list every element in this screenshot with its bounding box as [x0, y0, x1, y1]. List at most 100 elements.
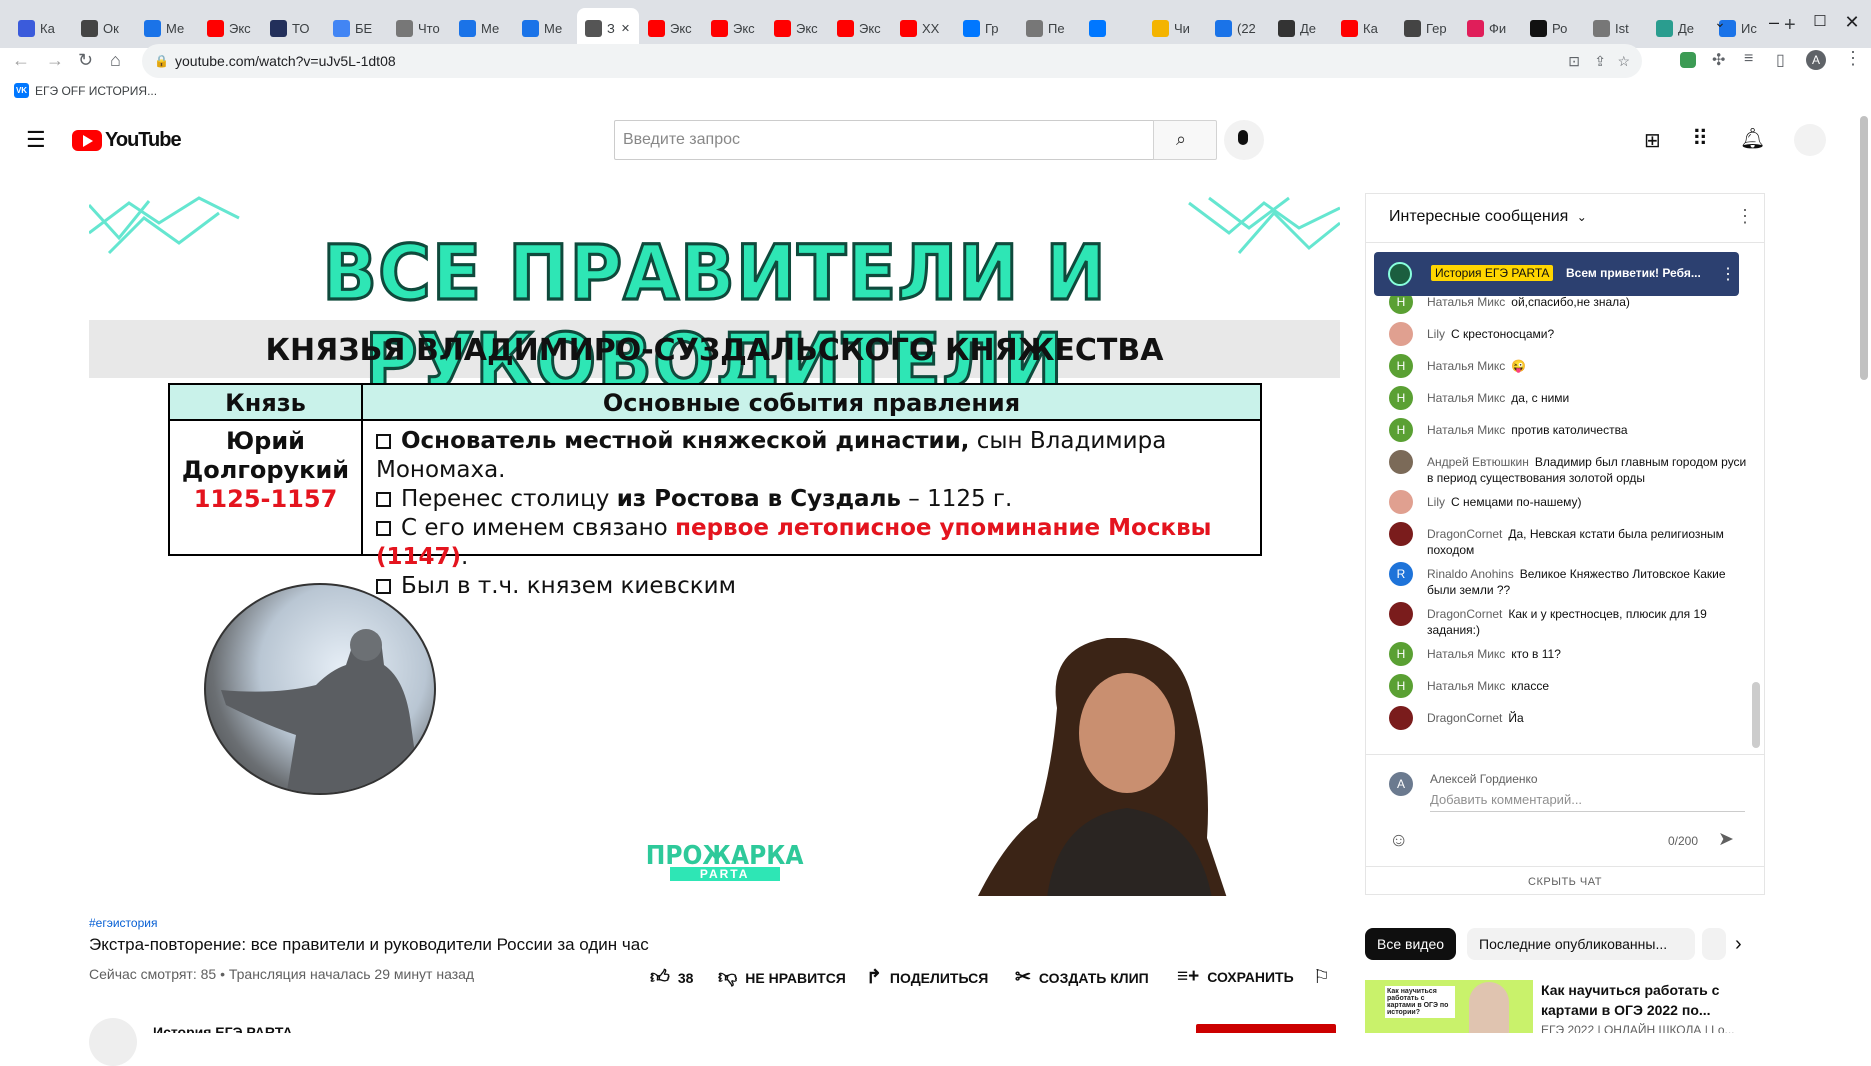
- side-panel-icon[interactable]: ▯: [1776, 50, 1785, 70]
- tab-1[interactable]: Ок: [73, 8, 135, 48]
- logo-top-text: ПРОЖАРКА: [645, 841, 804, 871]
- star-icon[interactable]: ☆: [1617, 44, 1630, 78]
- tab-25[interactable]: Ist: [1585, 8, 1647, 48]
- minimize-icon[interactable]: –: [1754, 8, 1794, 36]
- close-tab-icon[interactable]: ✕: [621, 22, 630, 35]
- chat-message[interactable]: Н Наталья Микс против католичества: [1389, 418, 1746, 442]
- chat-message[interactable]: Н Наталья Микс кто в 11?: [1389, 642, 1746, 666]
- report-flag-icon[interactable]: ⚐: [1313, 966, 1330, 989]
- tab-23[interactable]: Фи: [1459, 8, 1521, 48]
- menu-dots-icon[interactable]: ⋮: [1844, 48, 1862, 69]
- chat-message[interactable]: DragonCornet Да, Невская кстати была рели…: [1389, 522, 1746, 558]
- tab-22[interactable]: Гер: [1396, 8, 1458, 48]
- tab-7[interactable]: Ме: [451, 8, 513, 48]
- voice-search-button[interactable]: [1224, 120, 1264, 160]
- tab-6[interactable]: Что: [388, 8, 450, 48]
- chat-author: Наталья Микс: [1427, 391, 1506, 405]
- chat-messages: Н Наталья Микс ой,спасибо,не знала) Lily С к…: [1366, 296, 1746, 946]
- pinned-menu-icon[interactable]: ⋮: [1720, 264, 1736, 284]
- media-control-icon[interactable]: ≡: [1744, 50, 1753, 68]
- video-player[interactable]: ВСЕ ПРАВИТЕЛИ И РУКОВОДИТЕЛИ КНЯЗЬЯ ВЛАД…: [89, 193, 1340, 896]
- tab-2[interactable]: Ме: [136, 8, 198, 48]
- send-icon[interactable]: ➤: [1718, 828, 1734, 851]
- chat-input[interactable]: Добавить комментарий...: [1430, 792, 1745, 812]
- profile-avatar-icon[interactable]: A: [1806, 50, 1826, 70]
- close-window-icon[interactable]: ✕: [1832, 8, 1871, 36]
- chat-message[interactable]: R Rinaldo Anohins Великое Княжество Литовс…: [1389, 562, 1746, 598]
- back-icon[interactable]: ←: [12, 50, 30, 71]
- chat-message[interactable]: Lily С крестоносцами?: [1389, 322, 1746, 346]
- hamburger-menu-icon[interactable]: ☰: [26, 127, 46, 153]
- chip-recent[interactable]: Последние опубликованны...: [1467, 928, 1695, 960]
- tab-20[interactable]: Де: [1270, 8, 1332, 48]
- tab-11[interactable]: Экс: [703, 8, 765, 48]
- tab-9[interactable]: З ✕: [577, 8, 639, 48]
- apps-grid-icon[interactable]: ⠿: [1692, 126, 1708, 152]
- suggestion-channel[interactable]: ЕГЭ 2022 | ОНЛАЙН ШКОЛА | Lo...: [1541, 1023, 1735, 1033]
- chat-message[interactable]: DragonCornet Йа: [1389, 706, 1746, 730]
- install-icon[interactable]: ⊡: [1568, 44, 1580, 78]
- tab-4[interactable]: ТО: [262, 8, 324, 48]
- dislike-button[interactable]: 👎︎ НЕ НРАВИТСЯ: [718, 966, 846, 989]
- share-button[interactable]: ↱ ПОДЕЛИТЬСЯ: [866, 966, 988, 989]
- chat-scrollbar[interactable]: [1752, 682, 1760, 748]
- notifications-bell-icon[interactable]: 🔔︎: [1740, 126, 1765, 151]
- tab-12[interactable]: Экс: [766, 8, 828, 48]
- chat-message[interactable]: Андрей Евтюшкин Владимир был главным горо…: [1389, 450, 1746, 486]
- chat-message[interactable]: Н Наталья Микс да, с ними: [1389, 386, 1746, 410]
- pinned-message[interactable]: История ЕГЭ PARTA Всем приветик! Ребя...…: [1374, 252, 1739, 296]
- chat-message[interactable]: Н Наталья Микс ой,спасибо,не знала): [1389, 296, 1746, 314]
- create-clip-button[interactable]: ✂ СОЗДАТЬ КЛИП: [1015, 966, 1149, 989]
- chat-header[interactable]: Интересные сообщения ⌄: [1389, 208, 1587, 226]
- bookmark-item[interactable]: VK ЕГЭ OFF ИСТОРИЯ...: [14, 83, 157, 98]
- page-scrollbar[interactable]: [1860, 116, 1868, 380]
- home-icon[interactable]: ⌂: [110, 50, 121, 71]
- emoji-icon[interactable]: ☺: [1389, 830, 1408, 852]
- search-button[interactable]: ⌕: [1153, 120, 1217, 160]
- tab-0[interactable]: Ка: [10, 8, 72, 48]
- user-avatar[interactable]: [1794, 124, 1826, 156]
- tab-14[interactable]: XX: [892, 8, 954, 48]
- forward-icon[interactable]: →: [46, 50, 64, 71]
- share-icon[interactable]: ⇪: [1594, 44, 1606, 78]
- tab-21[interactable]: Ка: [1333, 8, 1395, 48]
- tab-19[interactable]: (22: [1207, 8, 1269, 48]
- thumbs-up-icon: 👍︎: [650, 967, 670, 988]
- hashtag-link[interactable]: #егэистория: [89, 916, 157, 930]
- channel-avatar[interactable]: [89, 1018, 137, 1066]
- address-bar[interactable]: 🔒 youtube.com/watch?v=uJv5L-1dt08 ⊡ ⇪ ☆: [142, 44, 1642, 78]
- tab-15[interactable]: Гр: [955, 8, 1017, 48]
- youtube-logo[interactable]: YouTube: [72, 129, 182, 152]
- tab-search-icon[interactable]: ⌄: [1700, 8, 1740, 36]
- tab-5[interactable]: БЕ: [325, 8, 387, 48]
- events-list: Основатель местной княжеской династии, с…: [376, 427, 1256, 601]
- search-input[interactable]: Введите запрос: [614, 120, 1154, 160]
- chevron-right-icon[interactable]: ›: [1735, 933, 1742, 956]
- chat-message[interactable]: Н Наталья Микс 😜: [1389, 354, 1746, 378]
- chat-message[interactable]: Lily С немцами по-нашему): [1389, 490, 1746, 514]
- tab-label: Экс: [859, 20, 881, 36]
- create-video-icon[interactable]: ⊞: [1644, 128, 1661, 153]
- tab-13[interactable]: Экс: [829, 8, 891, 48]
- reload-icon[interactable]: ↻: [78, 50, 93, 71]
- tab-16[interactable]: Пе: [1018, 8, 1080, 48]
- tab-18[interactable]: Чи: [1144, 8, 1206, 48]
- chat-message[interactable]: Н Наталья Микс классе: [1389, 674, 1746, 698]
- chat-message[interactable]: DragonCornet Как и у крестносцев, плюсик …: [1389, 602, 1746, 638]
- tab-24[interactable]: Ро: [1522, 8, 1584, 48]
- tab-17[interactable]: [1081, 8, 1143, 48]
- like-button[interactable]: 👍︎ 38: [650, 966, 693, 989]
- tab-10[interactable]: Экс: [640, 8, 702, 48]
- save-button[interactable]: ≡+ СОХРАНИТЬ: [1177, 966, 1294, 988]
- extensions-icon[interactable]: ✣: [1712, 50, 1725, 70]
- chat-menu-icon[interactable]: ⋮: [1736, 206, 1754, 227]
- tab-3[interactable]: Экс: [199, 8, 261, 48]
- extension-shield-icon[interactable]: [1680, 52, 1696, 68]
- subscribe-button[interactable]: [1196, 1024, 1336, 1033]
- chip-all-videos[interactable]: Все видео: [1365, 928, 1457, 960]
- tab-8[interactable]: Ме: [514, 8, 576, 48]
- channel-name[interactable]: История ЕГЭ PARTA: [153, 1024, 293, 1033]
- suggestion-title[interactable]: Как научиться работать с картами в ОГЭ 2…: [1541, 980, 1721, 1020]
- suggestion-thumbnail[interactable]: Как научиться работать с картами в ОГЭ п…: [1365, 980, 1533, 1033]
- hide-chat-button[interactable]: СКРЫТЬ ЧАТ: [1366, 876, 1764, 888]
